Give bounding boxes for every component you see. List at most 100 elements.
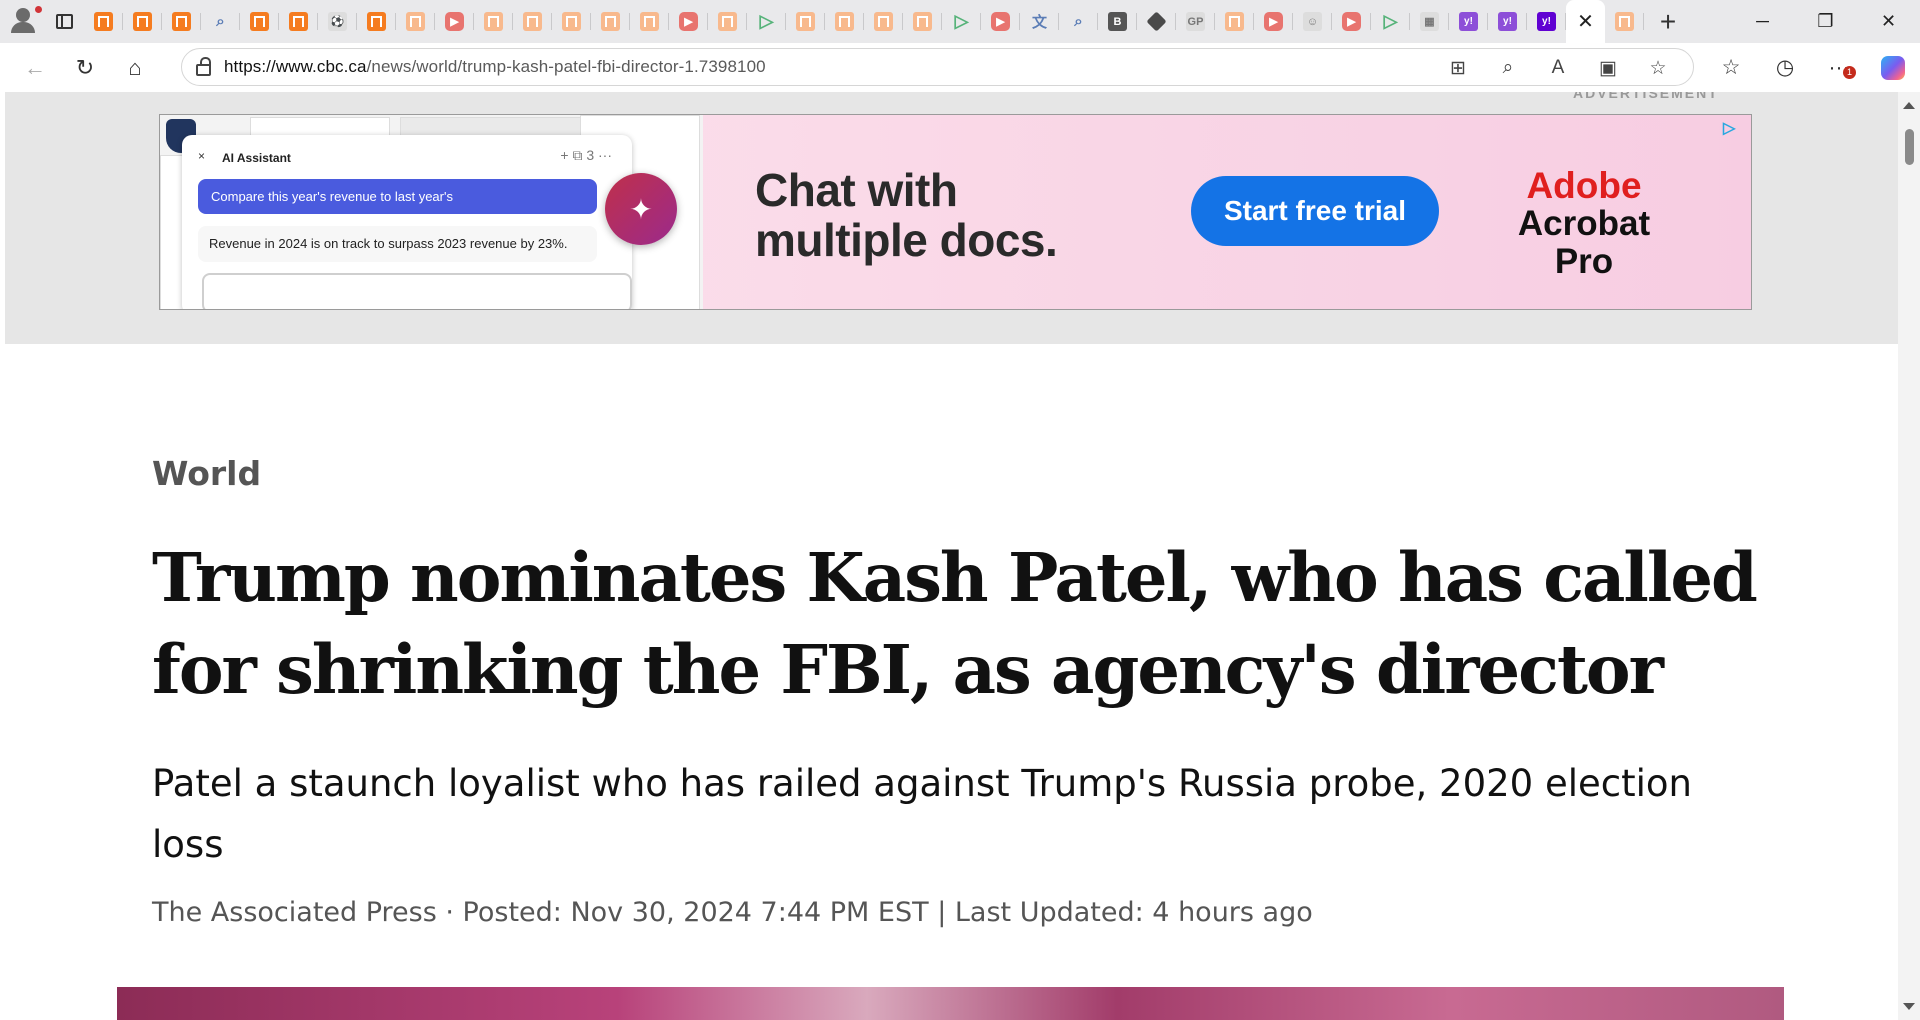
brand-acrobat: Acrobat Pro: [1517, 204, 1651, 281]
minimize-button[interactable]: ─: [1731, 0, 1794, 43]
search-icon: ⌕: [1074, 13, 1083, 30]
tab[interactable]: [591, 0, 630, 43]
play-green-icon: ▷: [1383, 11, 1398, 31]
tab[interactable]: ⌕: [201, 0, 240, 43]
chat-sparkle-icon: ✦: [605, 173, 677, 245]
tab[interactable]: [1215, 0, 1254, 43]
tab[interactable]: [474, 0, 513, 43]
ad-headline: Chat with multiple docs.: [755, 164, 1058, 266]
favorite-star-icon[interactable]: ☆: [1633, 57, 1683, 80]
tab[interactable]: y!: [1527, 0, 1566, 43]
refresh-button[interactable]: ↻: [60, 43, 110, 92]
tab[interactable]: ⚽: [318, 0, 357, 43]
new-tab-button[interactable]: +: [1644, 0, 1692, 43]
start-free-trial-button[interactable]: Start free trial: [1191, 176, 1439, 246]
more-options-button[interactable]: ··· 1: [1812, 56, 1866, 80]
favorites-button[interactable]: ☆: [1704, 55, 1758, 80]
scroll-up-icon[interactable]: [1903, 102, 1915, 109]
refresh-icon: ↻: [75, 54, 95, 80]
tab[interactable]: [552, 0, 591, 43]
yahoo-icon: y!: [1459, 12, 1478, 31]
hero-image: [117, 987, 1784, 1020]
address-bar[interactable]: https://www.cbc.ca/news/world/trump-kash…: [181, 48, 1694, 86]
tab[interactable]: [279, 0, 318, 43]
toolbar-right: ☆ ◷ ··· 1: [1704, 43, 1920, 92]
tab[interactable]: [825, 0, 864, 43]
bookmark-peach-icon: [718, 12, 737, 31]
history-icon: ◷: [1775, 56, 1795, 79]
scroll-thumb[interactable]: [1905, 129, 1914, 165]
tab[interactable]: [84, 0, 123, 43]
active-tab[interactable]: ✕: [1566, 0, 1605, 43]
history-button[interactable]: ◷: [1758, 55, 1812, 80]
adobe-ad-banner[interactable]: × AI Assistant + ⧉ 3 ··· Compare this ye…: [159, 114, 1752, 310]
close-window-button[interactable]: ✕: [1857, 0, 1920, 43]
app-available-icon[interactable]: ⊞: [1433, 57, 1483, 80]
tab[interactable]: [240, 0, 279, 43]
profile-avatar-icon[interactable]: [0, 0, 44, 43]
tab[interactable]: ▶: [981, 0, 1020, 43]
close-icon: ×: [198, 149, 206, 163]
back-button[interactable]: ←: [10, 43, 60, 92]
page-scrollbar[interactable]: [1898, 92, 1920, 1020]
zoom-icon[interactable]: ⌕: [1483, 57, 1533, 79]
restore-button[interactable]: ❐: [1794, 0, 1857, 43]
tab[interactable]: [708, 0, 747, 43]
lock-icon[interactable]: [182, 56, 224, 76]
bookmark-orange-icon: [172, 12, 191, 31]
tab[interactable]: ▦: [1410, 0, 1449, 43]
bookmark-peach-icon: [796, 12, 815, 31]
tab[interactable]: ⌕: [1059, 0, 1098, 43]
scroll-down-icon[interactable]: [1903, 1003, 1915, 1010]
url-domain: https://www.cbc.ca: [224, 57, 367, 76]
yahoo-icon: y!: [1537, 12, 1556, 31]
tab[interactable]: ▷: [942, 0, 981, 43]
back-arrow-icon: ←: [24, 54, 46, 80]
assistant-tools-icon: + ⧉ 3 ···: [560, 147, 612, 163]
tab[interactable]: [123, 0, 162, 43]
adchoices-icon[interactable]: ▷: [1723, 118, 1743, 138]
tab[interactable]: ▶: [1332, 0, 1371, 43]
tab[interactable]: ▷: [747, 0, 786, 43]
bookmark-peach-icon: [601, 12, 620, 31]
tab[interactable]: [357, 0, 396, 43]
tab[interactable]: [786, 0, 825, 43]
bookmark-peach-icon: [835, 12, 854, 31]
tab[interactable]: y!: [1449, 0, 1488, 43]
tab[interactable]: ☺: [1293, 0, 1332, 43]
url-text[interactable]: https://www.cbc.ca/news/world/trump-kash…: [224, 57, 766, 77]
news-icon: ▦: [1420, 12, 1439, 31]
tab[interactable]: [864, 0, 903, 43]
tab[interactable]: [903, 0, 942, 43]
address-bar-actions: ⊞ ⌕ A ▣ ☆: [1433, 49, 1683, 87]
section-link[interactable]: World: [152, 454, 261, 493]
tab[interactable]: [630, 0, 669, 43]
browser-toolbar: ← ↻ ⌂ https://www.cbc.ca/news/world/trum…: [0, 43, 1920, 92]
tab[interactable]: GP: [1176, 0, 1215, 43]
tab[interactable]: [162, 0, 201, 43]
tab[interactable]: [396, 0, 435, 43]
bookmark-orange-icon: [367, 12, 386, 31]
tab-actions-icon[interactable]: [44, 0, 84, 43]
tab[interactable]: [1605, 0, 1644, 43]
page-viewport: ADVERTISEMENT × AI Assistant + ⧉ 3 ··· C…: [0, 92, 1898, 1020]
tab[interactable]: ▶: [1254, 0, 1293, 43]
tab[interactable]: B: [1098, 0, 1137, 43]
immersive-reader-icon[interactable]: ▣: [1583, 57, 1633, 80]
tab[interactable]: y!: [1488, 0, 1527, 43]
yahoo-icon: y!: [1498, 12, 1517, 31]
tab[interactable]: [1137, 0, 1176, 43]
home-button[interactable]: ⌂: [110, 43, 160, 92]
copilot-button[interactable]: [1866, 55, 1920, 80]
tab[interactable]: [513, 0, 552, 43]
bookmark-peach-icon: [913, 12, 932, 31]
tab-list: ⌕ ⚽ ▶ ▶ ▷ ▷ ▶ 文 ⌕ B GP ▶ ☺ ▶ ▷ ▦ y! y! y!: [84, 0, 1566, 43]
bookmark-peach-icon: [1615, 12, 1634, 31]
tab[interactable]: ▷: [1371, 0, 1410, 43]
tab[interactable]: ▶: [435, 0, 474, 43]
tab[interactable]: ▶: [669, 0, 708, 43]
ad-image: × AI Assistant + ⧉ 3 ··· Compare this ye…: [160, 115, 703, 309]
close-tab-icon[interactable]: ✕: [1577, 9, 1594, 34]
read-aloud-icon[interactable]: A: [1533, 57, 1583, 79]
tab[interactable]: 文: [1020, 0, 1059, 43]
